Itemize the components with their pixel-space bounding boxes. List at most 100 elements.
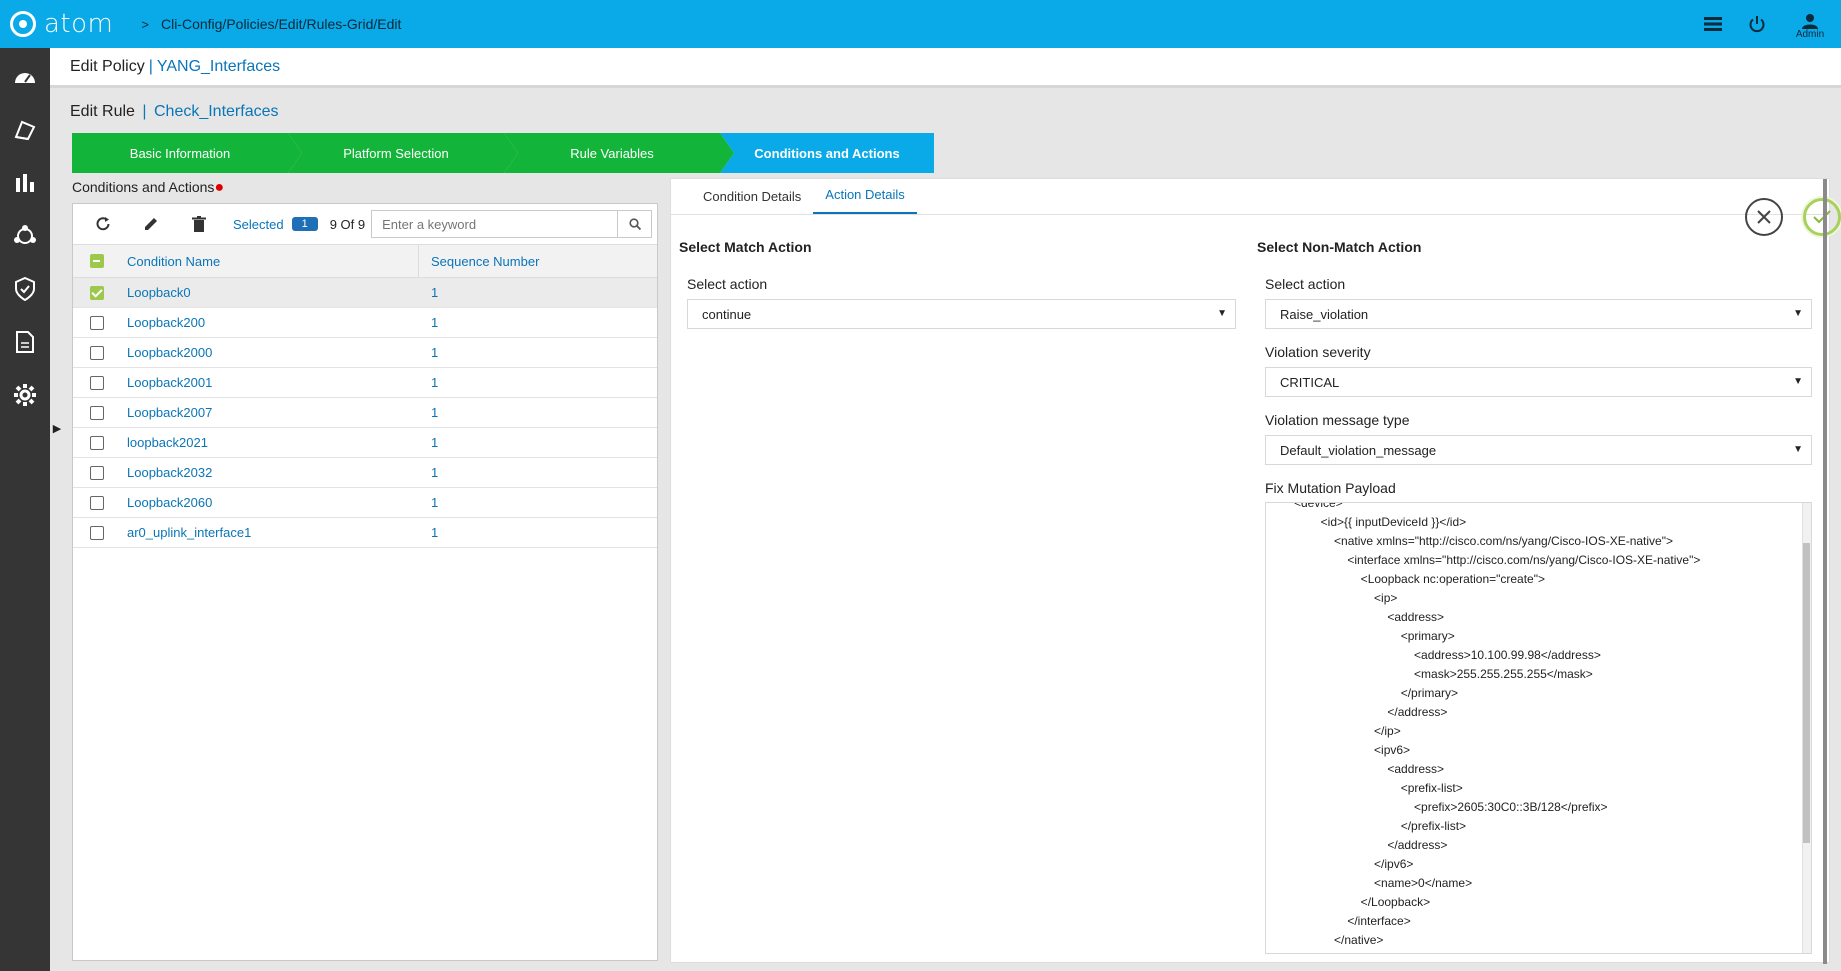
close-icon: [1757, 210, 1771, 224]
wizard-step-label: Rule Variables: [570, 145, 654, 161]
trash-icon[interactable]: [181, 204, 217, 244]
match-action-value: continue: [702, 306, 752, 322]
condition-name-cell[interactable]: Loopback200: [121, 315, 419, 330]
sidebar: [0, 48, 50, 971]
wizard-step-rule-variables[interactable]: Rule Variables: [504, 133, 734, 173]
row-checkbox[interactable]: [90, 465, 104, 480]
search-icon[interactable]: [617, 211, 651, 237]
condition-name-cell[interactable]: Loopback2032: [121, 465, 419, 480]
condition-name-cell[interactable]: Loopback0: [121, 285, 419, 300]
row-checkbox[interactable]: [90, 495, 104, 510]
condition-name-cell[interactable]: Loopback2000: [121, 345, 419, 360]
sequence-number-cell: 1: [431, 375, 439, 390]
row-checkbox[interactable]: [90, 405, 104, 420]
violation-message-type-value: Default_violation_message: [1280, 442, 1437, 458]
check-icon: [1813, 210, 1831, 224]
policy-header: Edit Policy | YANG_Interfaces: [50, 48, 1841, 88]
tab-action-details[interactable]: Action Details: [813, 187, 917, 214]
row-checkbox[interactable]: [90, 375, 104, 390]
search-input[interactable]: [372, 211, 618, 237]
conditions-grid-panel: Selected 1 9 Of 9 Condition Name Sequenc…: [72, 203, 658, 961]
record-count: 9 Of 9: [329, 216, 366, 232]
list-view-icon[interactable]: [1691, 0, 1735, 48]
condition-name-cell[interactable]: Loopback2060: [121, 495, 419, 510]
refresh-icon[interactable]: [85, 204, 121, 244]
edit-icon[interactable]: [133, 204, 169, 244]
row-checkbox[interactable]: [90, 525, 104, 540]
wizard-step-label: Basic Information: [129, 145, 231, 161]
match-action-select[interactable]: continue ▼: [687, 299, 1236, 329]
wizard-step-label: Conditions and Actions: [754, 145, 900, 161]
rule-header: Edit Rule | Check_Interfaces: [70, 103, 279, 121]
row-checkbox[interactable]: [90, 345, 104, 360]
details-panel: Condition Details Action Details Select …: [670, 178, 1841, 964]
chevron-down-icon: ▼: [1793, 308, 1803, 319]
document-icon[interactable]: [0, 315, 50, 368]
main-content: Edit Policy | YANG_Interfaces Edit Rule …: [50, 48, 1841, 971]
grid-header: Condition Name Sequence Number: [73, 244, 657, 278]
power-icon[interactable]: [1735, 0, 1779, 48]
tab-condition-details[interactable]: Condition Details: [691, 189, 813, 214]
condition-name-cell[interactable]: Loopback2001: [121, 375, 419, 390]
dashboard-icon[interactable]: [0, 50, 50, 103]
breadcrumb-path[interactable]: Cli-Config/Policies/Edit/Rules-Grid/Edit: [161, 16, 401, 32]
fix-mutation-payload-label: Fix Mutation Payload: [1265, 480, 1396, 496]
grid-search: [371, 210, 653, 238]
table-row[interactable]: Loopback0 1: [73, 278, 657, 308]
violation-severity-value: CRITICAL: [1280, 374, 1340, 390]
conditions-title: Conditions and Actions●: [72, 179, 224, 197]
table-row[interactable]: Loopback2000 1: [73, 338, 657, 368]
condition-name-cell[interactable]: Loopback2007: [121, 405, 419, 420]
devices-icon[interactable]: [0, 103, 50, 156]
column-header-sequence-number[interactable]: Sequence Number: [419, 254, 539, 269]
save-button[interactable]: [1803, 198, 1841, 236]
user-menu[interactable]: Admin: [1779, 9, 1841, 40]
analytics-icon[interactable]: [0, 156, 50, 209]
violation-message-type-select[interactable]: Default_violation_message ▼: [1265, 435, 1812, 465]
violation-severity-select[interactable]: CRITICAL ▼: [1265, 367, 1812, 397]
grid-body: Loopback0 1 Loopback200 1 Loopback2000 1…: [73, 278, 657, 548]
row-checkbox[interactable]: [90, 315, 104, 330]
non-match-action-label: Select action: [1265, 276, 1346, 292]
select-all-checkbox[interactable]: [90, 254, 104, 268]
wizard-step-basic-information[interactable]: Basic Information: [72, 133, 302, 173]
table-row[interactable]: Loopback2001 1: [73, 368, 657, 398]
wizard-step-label: Platform Selection: [343, 145, 449, 161]
rule-separator: |: [142, 103, 147, 120]
policy-name: YANG_Interfaces: [156, 57, 281, 75]
table-row[interactable]: Loopback2007 1: [73, 398, 657, 428]
sequence-number-cell: 1: [431, 495, 439, 510]
column-header-condition-name[interactable]: Condition Name: [121, 244, 419, 278]
panel-scrollbar[interactable]: [1823, 179, 1827, 964]
rule-name: Check_Interfaces: [153, 103, 279, 120]
row-checkbox[interactable]: [90, 285, 104, 300]
table-row[interactable]: ar0_uplink_interface1 1: [73, 518, 657, 548]
user-icon: [1802, 13, 1818, 29]
non-match-action-value: Raise_violation: [1280, 306, 1369, 322]
shield-icon[interactable]: [0, 262, 50, 315]
rule-label: Edit Rule: [70, 103, 135, 120]
row-checkbox[interactable]: [90, 435, 104, 450]
app-logo[interactable]: atom: [10, 9, 113, 39]
fix-mutation-payload-editor[interactable]: <device> <id>{{ inputDeviceId }}</id> <n…: [1265, 502, 1812, 954]
non-match-action-heading: Select Non-Match Action: [1257, 239, 1422, 255]
conditions-title-text: Conditions and Actions: [72, 179, 215, 195]
breadcrumb: > Cli-Config/Policies/Edit/Rules-Grid/Ed…: [141, 16, 401, 32]
policy-separator: |: [148, 57, 153, 75]
wizard-step-platform-selection[interactable]: Platform Selection: [288, 133, 518, 173]
table-row[interactable]: Loopback2032 1: [73, 458, 657, 488]
condition-name-cell[interactable]: loopback2021: [121, 435, 419, 450]
condition-name-cell[interactable]: ar0_uplink_interface1: [121, 525, 419, 540]
gear-icon[interactable]: [0, 368, 50, 421]
table-row[interactable]: Loopback200 1: [73, 308, 657, 338]
topology-icon[interactable]: [0, 209, 50, 262]
sequence-number-cell: 1: [431, 315, 439, 330]
payload-text[interactable]: <device> <id>{{ inputDeviceId }}</id> <n…: [1266, 503, 1811, 953]
sequence-number-cell: 1: [431, 525, 439, 540]
cancel-button[interactable]: [1745, 198, 1783, 236]
table-row[interactable]: Loopback2060 1: [73, 488, 657, 518]
table-row[interactable]: loopback2021 1: [73, 428, 657, 458]
wizard-step-conditions-and-actions[interactable]: Conditions and Actions: [720, 133, 934, 173]
payload-scrollbar-thumb[interactable]: [1803, 543, 1810, 843]
non-match-action-select[interactable]: Raise_violation ▼: [1265, 299, 1812, 329]
